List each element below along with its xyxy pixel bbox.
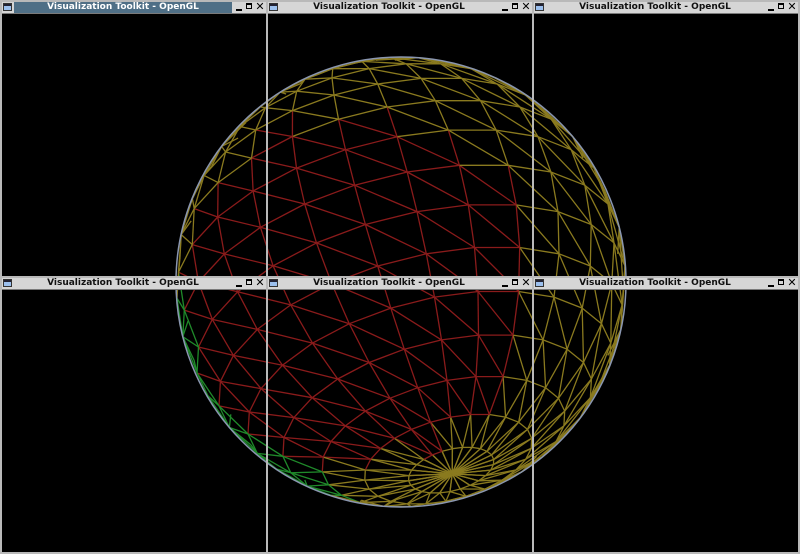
minimize-icon bbox=[768, 285, 774, 287]
maximize-icon bbox=[778, 3, 784, 9]
window-title: Visualization Toolkit - OpenGL bbox=[579, 2, 731, 12]
minimize-icon bbox=[236, 9, 242, 11]
vtk-window-2[interactable]: Visualization Toolkit - OpenGL ✕ bbox=[266, 0, 534, 278]
close-button[interactable]: ✕ bbox=[787, 0, 797, 13]
maximize-icon bbox=[512, 279, 518, 285]
close-button[interactable]: ✕ bbox=[255, 276, 265, 289]
window-title: Visualization Toolkit - OpenGL bbox=[313, 2, 465, 12]
minimize-icon bbox=[502, 285, 508, 287]
minimize-button[interactable] bbox=[500, 278, 510, 289]
maximize-icon bbox=[512, 3, 518, 9]
titlebar[interactable]: Visualization Toolkit - OpenGL ✕ bbox=[2, 276, 266, 290]
minimize-button[interactable] bbox=[766, 278, 776, 289]
minimize-button[interactable] bbox=[500, 2, 510, 13]
titlebar[interactable]: Visualization Toolkit - OpenGL ✕ bbox=[268, 0, 532, 14]
maximize-button[interactable] bbox=[777, 278, 787, 289]
close-icon: ✕ bbox=[521, 0, 531, 13]
maximize-icon bbox=[246, 279, 252, 285]
minimize-icon bbox=[502, 9, 508, 11]
minimize-button[interactable] bbox=[234, 2, 244, 13]
maximize-button[interactable] bbox=[511, 2, 521, 13]
close-button[interactable]: ✕ bbox=[255, 0, 265, 13]
window-menu-icon[interactable] bbox=[535, 279, 544, 287]
vtk-window-4[interactable]: Visualization Toolkit - OpenGL ✕ bbox=[0, 276, 268, 554]
window-menu-icon[interactable] bbox=[535, 3, 544, 11]
window-title: Visualization Toolkit - OpenGL bbox=[47, 278, 199, 288]
maximize-button[interactable] bbox=[511, 278, 521, 289]
vtk-window-1[interactable]: Visualization Toolkit - OpenGL ✕ bbox=[0, 0, 268, 278]
close-icon: ✕ bbox=[255, 0, 265, 13]
vtk-window-5[interactable]: Visualization Toolkit - OpenGL ✕ bbox=[266, 276, 534, 554]
titlebar[interactable]: Visualization Toolkit - OpenGL ✕ bbox=[534, 276, 798, 290]
titlebar[interactable]: Visualization Toolkit - OpenGL ✕ bbox=[534, 0, 798, 14]
minimize-icon bbox=[768, 9, 774, 11]
maximize-button[interactable] bbox=[777, 2, 787, 13]
maximize-icon bbox=[778, 279, 784, 285]
titlebar[interactable]: Visualization Toolkit - OpenGL ✕ bbox=[268, 276, 532, 290]
desktop: Visualization Toolkit - OpenGL ✕ Visuali… bbox=[0, 0, 800, 554]
maximize-button[interactable] bbox=[245, 2, 255, 13]
minimize-button[interactable] bbox=[234, 278, 244, 289]
maximize-button[interactable] bbox=[245, 278, 255, 289]
vtk-window-6[interactable]: Visualization Toolkit - OpenGL ✕ bbox=[532, 276, 800, 554]
window-title: Visualization Toolkit - OpenGL bbox=[14, 2, 232, 13]
maximize-icon bbox=[246, 3, 252, 9]
window-title: Visualization Toolkit - OpenGL bbox=[579, 278, 731, 288]
window-menu-icon[interactable] bbox=[269, 279, 278, 287]
close-icon: ✕ bbox=[787, 276, 797, 289]
window-menu-icon[interactable] bbox=[269, 3, 278, 11]
close-button[interactable]: ✕ bbox=[521, 276, 531, 289]
titlebar[interactable]: Visualization Toolkit - OpenGL ✕ bbox=[2, 0, 266, 14]
window-title: Visualization Toolkit - OpenGL bbox=[313, 278, 465, 288]
close-icon: ✕ bbox=[255, 276, 265, 289]
minimize-button[interactable] bbox=[766, 2, 776, 13]
vtk-window-3[interactable]: Visualization Toolkit - OpenGL ✕ bbox=[532, 0, 800, 278]
close-button[interactable]: ✕ bbox=[521, 0, 531, 13]
minimize-icon bbox=[236, 285, 242, 287]
close-icon: ✕ bbox=[521, 276, 531, 289]
window-menu-icon[interactable] bbox=[3, 279, 12, 287]
close-icon: ✕ bbox=[787, 0, 797, 13]
close-button[interactable]: ✕ bbox=[787, 276, 797, 289]
window-menu-icon[interactable] bbox=[3, 3, 12, 11]
